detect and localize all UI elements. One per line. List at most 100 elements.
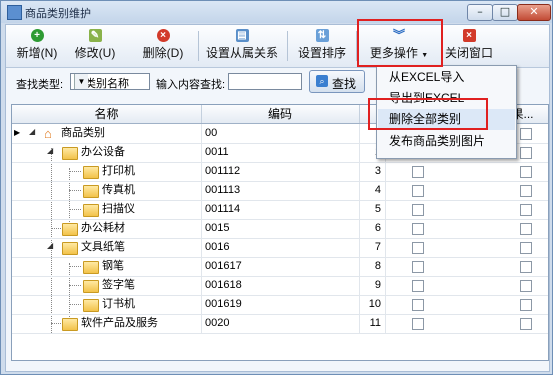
search-type-select[interactable]: 按类别名称 ▼ (70, 73, 150, 90)
folder-icon (62, 242, 78, 255)
tree-line (69, 285, 81, 286)
menu-item-publish-images[interactable]: 发布商品类别图片 (378, 131, 515, 152)
row-checkbox[interactable] (412, 242, 424, 254)
tree-line (51, 228, 61, 229)
row-checkbox-extra[interactable] (520, 128, 532, 140)
row-checkbox[interactable] (412, 280, 424, 292)
chevron-down-icon[interactable]: ▼ (74, 74, 88, 89)
folder-icon (83, 261, 99, 274)
main-window: 商品类别维护 – □ ✕ + 新增(N) ✎ 修改(U) × 删除(D) ▤ 设… (0, 0, 553, 375)
minimize-button[interactable]: – (467, 4, 493, 21)
search-type-label: 查找类型: (16, 79, 64, 91)
add-button[interactable]: + 新增(N) (12, 28, 62, 64)
highlight-box-delete-all (368, 98, 488, 130)
folder-icon (62, 147, 78, 160)
folder-icon (83, 299, 99, 312)
highlight-box-more-actions (357, 19, 443, 67)
category-name: 商品类别 (61, 124, 202, 143)
search-input[interactable] (228, 73, 302, 90)
row-checkbox-extra[interactable] (520, 261, 532, 273)
delete-button-label: 删除(D) (142, 46, 184, 60)
menu-item-import-excel[interactable]: 从EXCEL导入 (378, 67, 515, 88)
table-row[interactable]: 打印机 001112 3 (12, 162, 548, 182)
table-row[interactable]: 软件产品及服务 0020 11 (12, 314, 548, 334)
home-icon: ⌂ (44, 126, 52, 141)
row-checkbox-extra[interactable] (520, 147, 532, 159)
title-bar[interactable]: 商品类别维护 – □ ✕ (1, 1, 552, 23)
folder-icon (83, 185, 99, 198)
set-order-label: 设置排序 (297, 46, 346, 60)
category-code: 0015 (201, 219, 360, 238)
folder-icon (83, 204, 99, 217)
category-seq: 7 (359, 238, 386, 257)
category-name: 软件产品及服务 (81, 314, 202, 333)
table-row[interactable]: 传真机 001113 4 (12, 181, 548, 201)
tree-line (69, 209, 81, 210)
category-name: 订书机 (102, 295, 202, 314)
category-name: 传真机 (102, 181, 202, 200)
set-relation-button[interactable]: ▤ 设置从属关系 (202, 28, 282, 64)
folder-icon (62, 318, 78, 331)
category-seq: 9 (359, 276, 386, 295)
category-seq: 10 (359, 295, 386, 314)
category-seq: 5 (359, 200, 386, 219)
collapse-icon[interactable]: ◢ (47, 146, 53, 155)
row-checkbox-extra[interactable] (520, 223, 532, 235)
category-code: 001114 (201, 200, 360, 219)
x-icon: × (156, 29, 170, 42)
app-icon (7, 5, 22, 20)
edit-button[interactable]: ✎ 修改(U) (66, 28, 124, 64)
row-checkbox-extra[interactable] (520, 318, 532, 330)
toolbar-separator (198, 31, 199, 61)
row-checkbox[interactable] (412, 185, 424, 197)
category-code: 001113 (201, 181, 360, 200)
category-seq: 11 (359, 314, 386, 333)
row-checkbox-extra[interactable] (520, 242, 532, 254)
row-checkbox-extra[interactable] (520, 166, 532, 178)
row-checkbox[interactable] (412, 166, 424, 178)
add-button-label: 新增(N) (16, 46, 58, 60)
table-row[interactable]: ◢ 文具纸笔 0016 7 (12, 238, 548, 258)
search-content-label: 输入内容查找: (156, 79, 226, 91)
row-checkbox-extra[interactable] (520, 280, 532, 292)
search-button[interactable]: ⌕ 查找 (309, 70, 365, 93)
close-window-button[interactable]: ✕ (517, 4, 551, 21)
tree-line (69, 171, 81, 172)
close-window-toolbar-button[interactable]: × 关闭窗口 (440, 28, 498, 64)
column-header-code[interactable]: 编码 (201, 105, 360, 123)
row-checkbox[interactable] (412, 204, 424, 216)
category-seq: 8 (359, 257, 386, 276)
close-window-label: 关闭窗口 (444, 46, 493, 60)
delete-button[interactable]: × 删除(D) (134, 28, 192, 64)
category-name: 文具纸笔 (81, 238, 202, 257)
row-indicator-icon: ▶ (14, 128, 21, 137)
row-checkbox[interactable] (412, 318, 424, 330)
category-code: 001617 (201, 257, 360, 276)
toolbar-separator (287, 31, 288, 61)
sort-icon: ⇅ (315, 29, 329, 42)
row-checkbox-extra[interactable] (520, 185, 532, 197)
category-name: 扫描仪 (102, 200, 202, 219)
category-code: 001112 (201, 162, 360, 181)
set-order-button[interactable]: ⇅ 设置排序 (293, 28, 351, 64)
row-checkbox[interactable] (412, 261, 424, 273)
row-checkbox-extra[interactable] (520, 299, 532, 311)
table-row[interactable]: 办公耗材 0015 6 (12, 219, 548, 239)
category-seq: 4 (359, 181, 386, 200)
tree-line (69, 304, 81, 305)
tree-line (69, 190, 81, 191)
column-header-name[interactable]: 名称 (12, 105, 202, 123)
collapse-icon[interactable]: ◢ (29, 127, 35, 136)
folder-icon (83, 166, 99, 179)
collapse-icon[interactable]: ◢ (47, 241, 53, 250)
folder-icon (83, 280, 99, 293)
table-row[interactable]: 钢笔 001617 8 (12, 257, 548, 277)
maximize-button[interactable]: □ (492, 4, 518, 21)
category-name: 办公设备 (81, 143, 202, 162)
row-checkbox[interactable] (412, 223, 424, 235)
row-checkbox[interactable] (412, 299, 424, 311)
row-checkbox-extra[interactable] (520, 204, 532, 216)
table-row[interactable]: 订书机 001619 10 (12, 295, 548, 315)
table-row[interactable]: 扫描仪 001114 5 (12, 200, 548, 220)
table-row[interactable]: 签字笔 001618 9 (12, 276, 548, 296)
